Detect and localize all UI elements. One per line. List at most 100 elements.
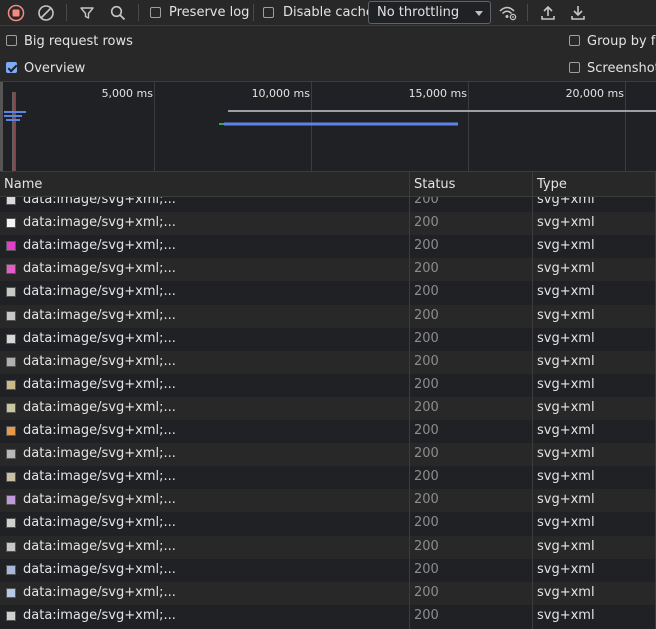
request-status: 200 <box>414 446 439 462</box>
request-type: svg+xml <box>537 376 595 392</box>
request-name: data:image/svg+xml;... <box>23 307 176 323</box>
request-type: svg+xml <box>537 446 595 462</box>
svg-resource-icon <box>6 472 16 483</box>
table-row[interactable]: data:image/svg+xml;... 200 svg+xml <box>0 581 656 605</box>
request-status: 200 <box>414 353 439 369</box>
clear-button[interactable] <box>36 3 55 22</box>
clear-icon <box>37 4 54 21</box>
overview-chart <box>0 82 656 171</box>
table-row[interactable]: data:image/svg+xml;... 200 svg+xml <box>0 304 656 328</box>
record-stop-button[interactable] <box>6 3 25 22</box>
request-status: 200 <box>414 215 439 231</box>
table-row[interactable]: data:image/svg+xml;... 200 svg+xml <box>0 605 656 628</box>
table-row[interactable]: data:image/svg+xml;... 200 svg+xml <box>0 443 656 467</box>
svg-resource-icon <box>6 287 16 298</box>
request-type: svg+xml <box>537 197 595 207</box>
request-status: 200 <box>414 607 439 623</box>
svg-resource-icon <box>6 587 16 598</box>
request-name: data:image/svg+xml;... <box>23 469 176 485</box>
requests-table-header: Name Status Type <box>0 171 656 197</box>
svg-resource-icon <box>6 356 16 367</box>
request-type: svg+xml <box>537 330 595 346</box>
request-status: 200 <box>414 399 439 415</box>
request-name: data:image/svg+xml;... <box>23 399 176 415</box>
export-har-icon <box>570 5 585 20</box>
svg-resource-icon <box>6 379 16 390</box>
table-row[interactable]: data:image/svg+xml;... 200 svg+xml <box>0 489 656 513</box>
table-row[interactable]: data:image/svg+xml;... 200 svg+xml <box>0 535 656 559</box>
request-status: 200 <box>414 423 439 438</box>
disable-cache-label[interactable]: Disable cache <box>283 5 374 20</box>
request-type: svg+xml <box>537 215 595 231</box>
search-icon <box>110 5 125 20</box>
group-by-frame-checkbox[interactable] <box>569 35 580 46</box>
request-name: data:image/svg+xml;... <box>23 561 176 577</box>
group-by-frame-label[interactable]: Group by fra <box>587 34 656 49</box>
request-type: svg+xml <box>537 238 595 254</box>
overview-checkbox[interactable] <box>6 62 17 73</box>
request-status: 200 <box>414 261 439 277</box>
table-row[interactable]: data:image/svg+xml;... 200 svg+xml <box>0 328 656 351</box>
import-har-icon <box>540 5 555 20</box>
table-row[interactable]: data:image/svg+xml;... 200 svg+xml <box>0 281 656 304</box>
overview-window-handle-left <box>0 82 3 171</box>
network-conditions-button[interactable] <box>497 3 519 22</box>
big-request-rows-checkbox[interactable] <box>6 35 17 46</box>
request-type: svg+xml <box>537 607 595 623</box>
svg-resource-icon <box>6 495 16 506</box>
svg-resource-icon <box>6 241 16 252</box>
svg-resource-icon <box>6 518 16 529</box>
table-row[interactable]: data:image/svg+xml;... 200 svg+xml <box>0 258 656 282</box>
record-stop-icon <box>7 4 24 21</box>
request-name: data:image/svg+xml;... <box>23 215 176 231</box>
request-status: 200 <box>414 469 439 485</box>
column-header-name[interactable]: Name <box>4 177 42 192</box>
export-har-button[interactable] <box>568 3 587 22</box>
request-name: data:image/svg+xml;... <box>23 261 176 277</box>
filter-button[interactable] <box>78 4 96 22</box>
svg-resource-icon <box>6 402 16 413</box>
table-row[interactable]: data:image/svg+xml;... 200 svg+xml <box>0 374 656 397</box>
table-row[interactable]: data:image/svg+xml;... 200 svg+xml <box>0 559 656 582</box>
column-divider[interactable] <box>532 171 533 629</box>
table-row[interactable]: data:image/svg+xml;... 200 svg+xml <box>0 512 656 535</box>
request-status: 200 <box>414 538 439 554</box>
svg-resource-icon <box>6 541 16 552</box>
overview-label[interactable]: Overview <box>24 61 85 76</box>
table-row[interactable]: data:image/svg+xml;... 200 svg+xml <box>0 420 656 443</box>
table-row[interactable]: data:image/svg+xml;... 200 svg+xml <box>0 235 656 258</box>
search-button[interactable] <box>108 3 127 22</box>
throttling-select[interactable]: No throttling <box>368 1 491 24</box>
request-name: data:image/svg+xml;... <box>23 515 176 531</box>
table-row[interactable]: data:image/svg+xml;... 200 svg+xml <box>0 212 656 236</box>
screenshots-label[interactable]: Screenshots <box>587 61 656 76</box>
column-header-type[interactable]: Type <box>537 177 567 192</box>
svg-resource-icon <box>6 426 16 436</box>
disable-cache-checkbox[interactable] <box>263 7 274 18</box>
preserve-log-label[interactable]: Preserve log <box>169 5 249 20</box>
network-settings-pane: Big request rows Overview Group by fra S… <box>0 26 656 81</box>
request-type: svg+xml <box>537 515 595 531</box>
column-divider[interactable] <box>409 171 410 629</box>
table-row[interactable]: data:image/svg+xml;... 200 svg+xml <box>0 350 656 374</box>
requests-table-body[interactable]: data:image/svg+xml;... 200 svg+xml data:ima… <box>0 197 656 629</box>
import-har-button[interactable] <box>538 3 557 22</box>
column-header-status[interactable]: Status <box>414 177 455 192</box>
table-row[interactable]: data:image/svg+xml;... 200 svg+xml <box>0 197 656 212</box>
request-status: 200 <box>414 307 439 323</box>
big-request-rows-label[interactable]: Big request rows <box>24 34 133 49</box>
request-type: svg+xml <box>537 469 595 485</box>
request-status: 200 <box>414 376 439 392</box>
network-overview[interactable]: 5,000 ms 10,000 ms 15,000 ms 20,000 ms <box>0 81 656 171</box>
preserve-log-checkbox[interactable] <box>150 7 161 18</box>
request-name: data:image/svg+xml;... <box>23 492 176 508</box>
request-name: data:image/svg+xml;... <box>23 446 176 462</box>
table-row[interactable]: data:image/svg+xml;... 200 svg+xml <box>0 396 656 420</box>
toolbar-divider <box>138 4 139 21</box>
request-type: svg+xml <box>537 284 595 300</box>
table-row[interactable]: data:image/svg+xml;... 200 svg+xml <box>0 466 656 489</box>
svg-resource-icon <box>6 610 16 621</box>
request-type: svg+xml <box>537 261 595 277</box>
request-name: data:image/svg+xml;... <box>23 607 176 623</box>
screenshots-checkbox[interactable] <box>569 62 580 73</box>
